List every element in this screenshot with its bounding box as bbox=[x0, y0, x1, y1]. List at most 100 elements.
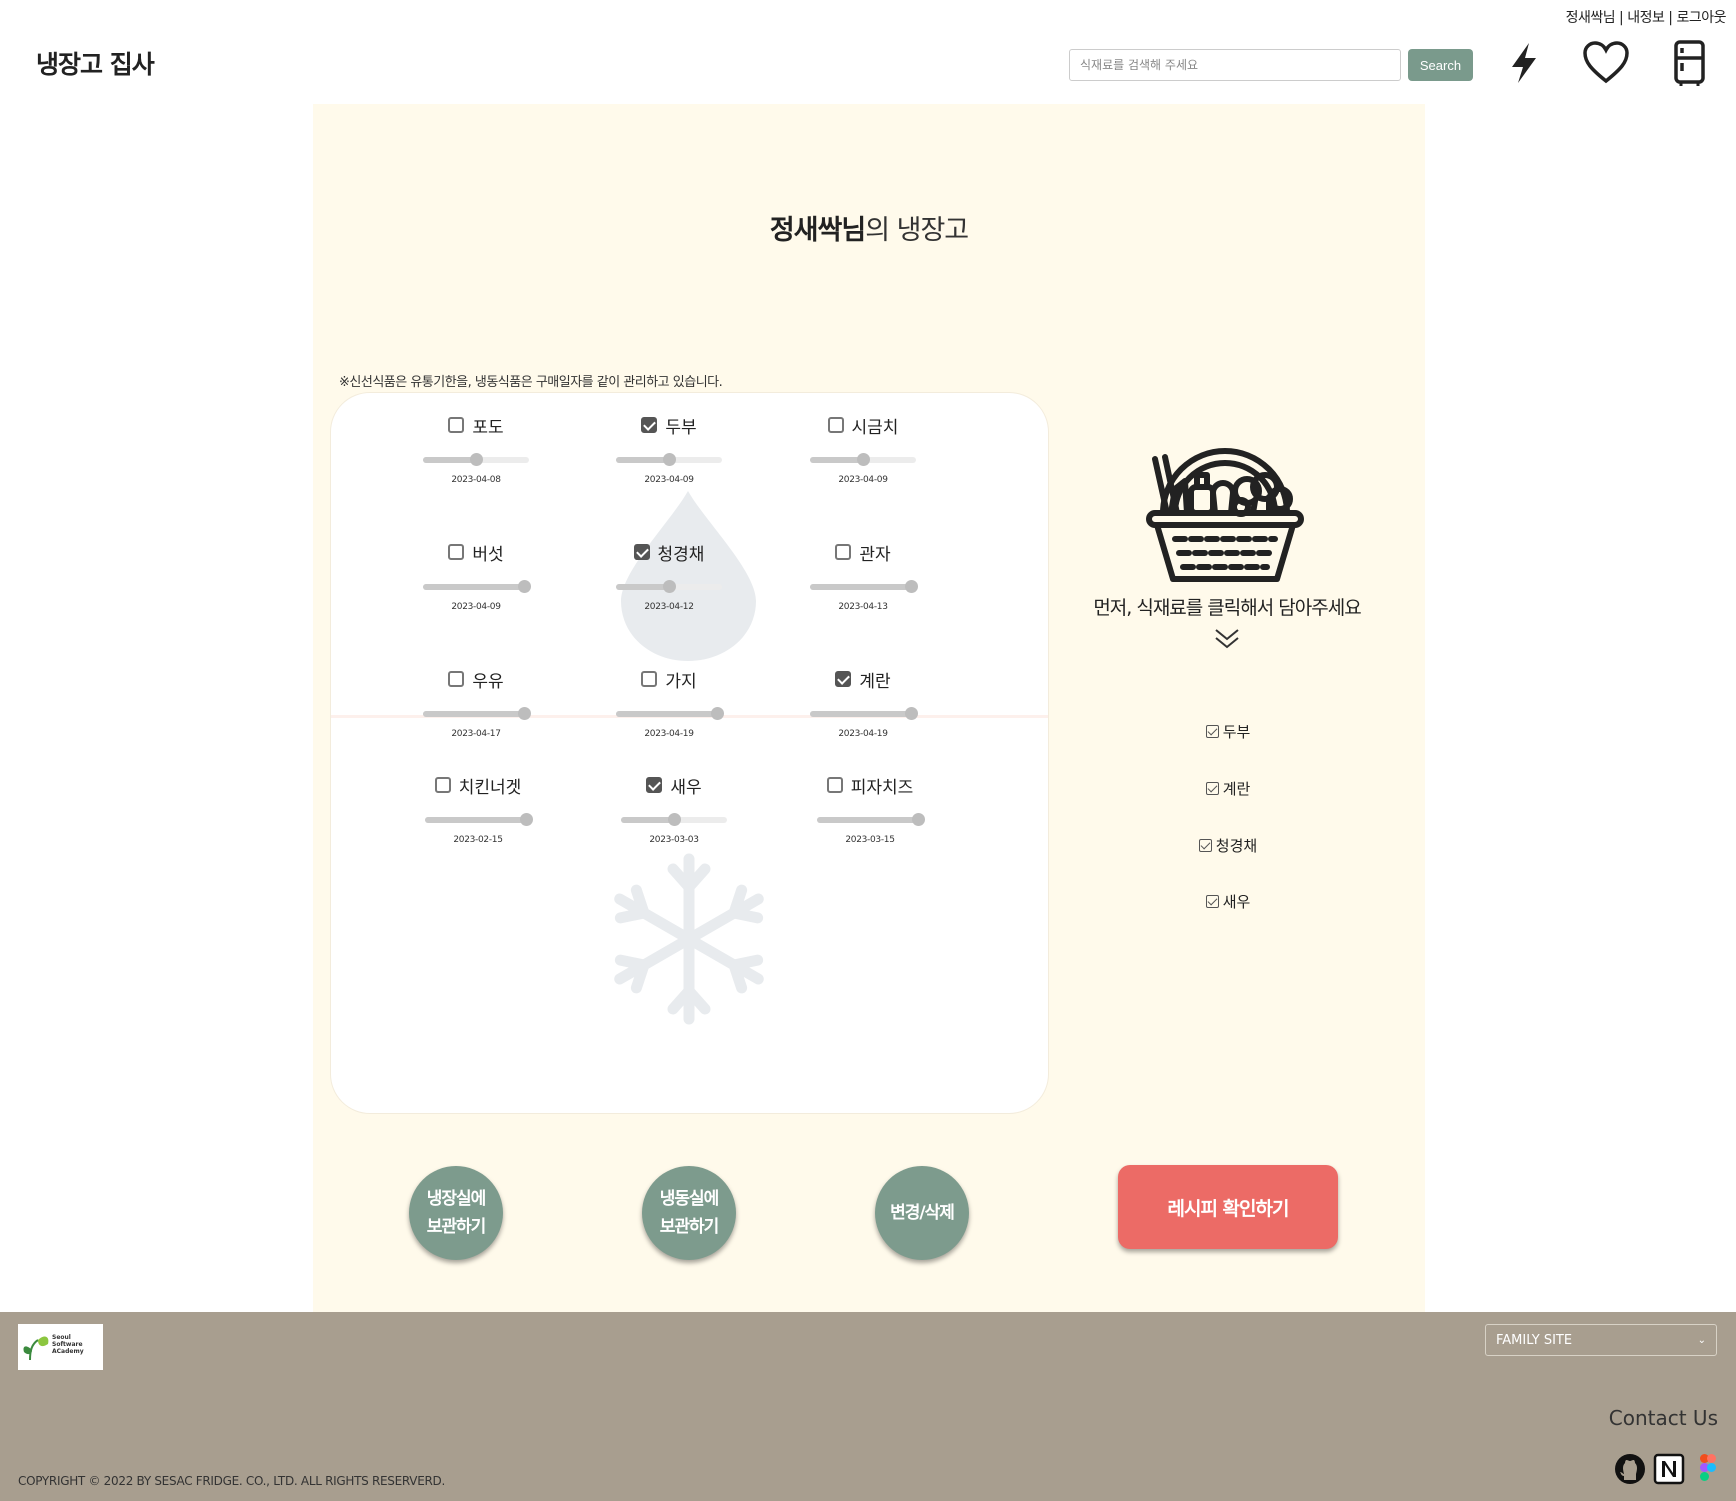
food-checkbox[interactable] bbox=[448, 671, 465, 687]
chevron-down-icon: ⌄ bbox=[1697, 1334, 1706, 1346]
freshness-slider-knob[interactable] bbox=[911, 813, 925, 826]
lightning-icon[interactable] bbox=[1499, 38, 1549, 88]
freshness-slider[interactable] bbox=[423, 453, 529, 466]
food-name-row[interactable]: 시금치 bbox=[788, 413, 938, 438]
food-name: 버섯 bbox=[472, 544, 504, 565]
food-checkbox[interactable] bbox=[434, 777, 451, 793]
heart-icon[interactable] bbox=[1581, 38, 1631, 88]
fridge-item[interactable]: 두부 2023-04-09 bbox=[594, 413, 744, 485]
fridge-item[interactable]: 가지 2023-04-19 bbox=[594, 667, 744, 739]
food-name-row[interactable]: 버섯 bbox=[401, 540, 551, 565]
freshness-slider-knob[interactable] bbox=[668, 813, 681, 826]
food-checkbox[interactable] bbox=[826, 777, 843, 793]
freshness-slider-knob[interactable] bbox=[663, 453, 676, 466]
edit-delete-button[interactable]: 변경/삭제 bbox=[875, 1166, 969, 1260]
freshness-slider-knob[interactable] bbox=[663, 580, 676, 593]
food-name: 피자치즈 bbox=[850, 777, 914, 798]
fridge-item[interactable]: 버섯 2023-04-09 bbox=[401, 540, 551, 612]
selected-ingredient[interactable]: 청경채 bbox=[1113, 835, 1343, 856]
freshness-slider[interactable] bbox=[621, 813, 727, 826]
selected-ingredient[interactable]: 새우 bbox=[1113, 891, 1343, 912]
food-checkbox[interactable] bbox=[646, 777, 663, 793]
store-fridge-button[interactable]: 냉장실에 보관하기 bbox=[409, 1166, 503, 1260]
selected-ingredient-label: 두부 bbox=[1222, 723, 1251, 741]
freshness-slider[interactable] bbox=[616, 453, 722, 466]
freezer-item[interactable]: 피자치즈 2023-03-15 bbox=[795, 773, 945, 845]
freezer-item[interactable]: 치킨너겟 2023-02-15 bbox=[403, 773, 553, 845]
github-icon[interactable] bbox=[1613, 1452, 1647, 1486]
basket-message: 먼저, 식재료를 클릭해서 담아주세요 bbox=[1093, 597, 1361, 619]
freshness-slider-knob[interactable] bbox=[519, 813, 533, 826]
fridge-icon[interactable] bbox=[1664, 38, 1714, 88]
food-name: 계란 bbox=[859, 671, 891, 692]
freshness-slider-knob[interactable] bbox=[517, 580, 531, 593]
food-checkbox[interactable] bbox=[835, 671, 852, 687]
footer: Seoul Software ACademy FAMILY SITE ⌄ Con… bbox=[0, 1312, 1736, 1501]
fridge-item[interactable]: 계란 2023-04-19 bbox=[788, 667, 938, 739]
fridge-item[interactable]: 관자 2023-04-13 bbox=[788, 540, 938, 612]
fridge-item[interactable]: 포도 2023-04-08 bbox=[401, 413, 551, 485]
notion-icon[interactable] bbox=[1652, 1452, 1686, 1486]
food-date: 2023-04-19 bbox=[838, 729, 888, 739]
site-logo[interactable]: 냉장고 집사 bbox=[36, 45, 155, 81]
food-name: 우유 bbox=[472, 671, 504, 692]
search-button[interactable]: Search bbox=[1408, 49, 1473, 81]
food-checkbox[interactable] bbox=[827, 417, 844, 433]
freshness-slider-fill bbox=[621, 817, 674, 823]
food-checkbox[interactable] bbox=[835, 544, 852, 560]
food-name-row[interactable]: 계란 bbox=[788, 667, 938, 692]
freshness-slider[interactable] bbox=[616, 707, 724, 720]
check-icon bbox=[1205, 782, 1219, 795]
freshness-slider[interactable] bbox=[616, 580, 722, 593]
food-name-row[interactable]: 피자치즈 bbox=[795, 773, 945, 798]
freshness-slider[interactable] bbox=[817, 813, 925, 826]
freshness-slider-knob[interactable] bbox=[904, 580, 918, 593]
food-name-row[interactable]: 청경채 bbox=[594, 540, 744, 565]
food-name-row[interactable]: 관자 bbox=[788, 540, 938, 565]
fridge-item[interactable]: 우유 2023-04-17 bbox=[401, 667, 551, 739]
copyright-text: COPYRIGHT © 2022 BY SESAC FRIDGE. CO., L… bbox=[18, 1474, 445, 1488]
food-checkbox[interactable] bbox=[641, 417, 658, 433]
food-name-row[interactable]: 새우 bbox=[599, 773, 749, 798]
selected-ingredient-label: 청경채 bbox=[1215, 837, 1258, 855]
family-site-select[interactable]: FAMILY SITE ⌄ bbox=[1485, 1324, 1717, 1356]
basket-icon bbox=[1146, 448, 1304, 582]
food-name-row[interactable]: 두부 bbox=[594, 413, 744, 438]
food-checkbox[interactable] bbox=[641, 671, 658, 687]
freshness-slider-knob[interactable] bbox=[710, 707, 724, 720]
food-name-row[interactable]: 가지 bbox=[594, 667, 744, 692]
food-name-row[interactable]: 치킨너겟 bbox=[403, 773, 553, 798]
food-date: 2023-04-09 bbox=[644, 475, 694, 485]
store-freezer-button[interactable]: 냉동실에 보관하기 bbox=[642, 1166, 736, 1260]
freshness-slider-knob[interactable] bbox=[857, 453, 870, 466]
food-checkbox[interactable] bbox=[448, 417, 465, 433]
figma-icon[interactable] bbox=[1691, 1452, 1725, 1486]
food-date: 2023-04-09 bbox=[838, 475, 888, 485]
selected-ingredient[interactable]: 계란 bbox=[1113, 778, 1343, 799]
freshness-slider[interactable] bbox=[425, 813, 533, 826]
freshness-slider-knob[interactable] bbox=[517, 707, 531, 720]
fridge-item[interactable]: 시금치 2023-04-09 bbox=[788, 413, 938, 485]
freshness-slider[interactable] bbox=[423, 580, 531, 593]
food-date: 2023-04-12 bbox=[644, 602, 694, 612]
freshness-slider[interactable] bbox=[810, 707, 918, 720]
food-name-row[interactable]: 우유 bbox=[401, 667, 551, 692]
freshness-slider[interactable] bbox=[810, 580, 918, 593]
food-name-row[interactable]: 포도 bbox=[401, 413, 551, 438]
freshness-slider[interactable] bbox=[423, 707, 531, 720]
freshness-slider-knob[interactable] bbox=[904, 707, 918, 720]
food-date: 2023-03-03 bbox=[649, 835, 699, 845]
academy-logo[interactable]: Seoul Software ACademy bbox=[18, 1324, 103, 1370]
freshness-slider-knob[interactable] bbox=[470, 453, 483, 466]
food-checkbox[interactable] bbox=[633, 544, 650, 560]
freshness-slider[interactable] bbox=[810, 453, 916, 466]
user-links[interactable]: 정새싹님 | 내정보 | 로그아웃 bbox=[1566, 7, 1727, 27]
food-name: 가지 bbox=[665, 671, 697, 692]
fridge-item[interactable]: 청경채 2023-04-12 bbox=[594, 540, 744, 612]
check-recipe-button[interactable]: 레시피 확인하기 bbox=[1118, 1165, 1338, 1249]
freezer-item[interactable]: 새우 2023-03-03 bbox=[599, 773, 749, 845]
food-name: 새우 bbox=[670, 777, 702, 798]
food-checkbox[interactable] bbox=[448, 544, 465, 560]
selected-ingredient[interactable]: 두부 bbox=[1113, 721, 1343, 742]
search-input[interactable] bbox=[1069, 49, 1401, 81]
